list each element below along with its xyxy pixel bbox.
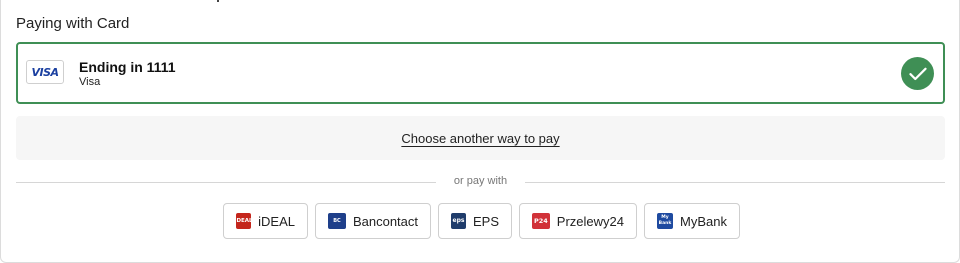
checkmark-circle-icon — [901, 57, 934, 90]
method-przelewy24-button[interactable]: P24 Przelewy24 — [519, 203, 637, 239]
method-label: MyBank — [680, 213, 727, 229]
section-title: Paying with Card — [16, 15, 130, 32]
method-label: EPS — [472, 213, 499, 229]
method-label: Przelewy24 — [556, 213, 624, 229]
divider-line-right — [525, 182, 945, 183]
payment-methods: iDEAL iDEAL BC Bancontact eps EPS P24 Pr… — [223, 203, 740, 239]
eps-logo-icon: eps — [451, 213, 466, 229]
payment-panel: Paying with Card VISA Ending in 1111 Vis… — [0, 0, 960, 263]
method-label: Bancontact — [352, 213, 418, 229]
card-brand: Visa — [79, 76, 101, 88]
card-title: Ending in 1111 — [79, 59, 176, 75]
bancontact-logo-icon: BC — [328, 213, 346, 229]
choose-another-way-link[interactable]: Choose another way to pay — [401, 131, 559, 146]
selected-card-option[interactable]: VISA Ending in 1111 Visa — [16, 42, 945, 104]
divider-label: or pay with — [453, 175, 508, 187]
method-eps-button[interactable]: eps EPS — [438, 203, 512, 239]
method-label: iDEAL — [258, 213, 295, 229]
or-pay-with-divider: or pay with — [16, 174, 945, 190]
ideal-logo-icon: iDEAL — [236, 213, 252, 229]
przelewy24-logo-icon: P24 — [532, 213, 550, 229]
top-marker — [217, 0, 219, 2]
method-ideal-button[interactable]: iDEAL iDEAL — [223, 203, 308, 239]
visa-logo-icon: VISA — [26, 60, 64, 84]
method-mybank-button[interactable]: My Bank MyBank — [644, 203, 740, 239]
mybank-logo-icon: My Bank — [657, 213, 674, 229]
choose-another-way-button[interactable]: Choose another way to pay — [16, 116, 945, 160]
method-bancontact-button[interactable]: BC Bancontact — [315, 203, 431, 239]
